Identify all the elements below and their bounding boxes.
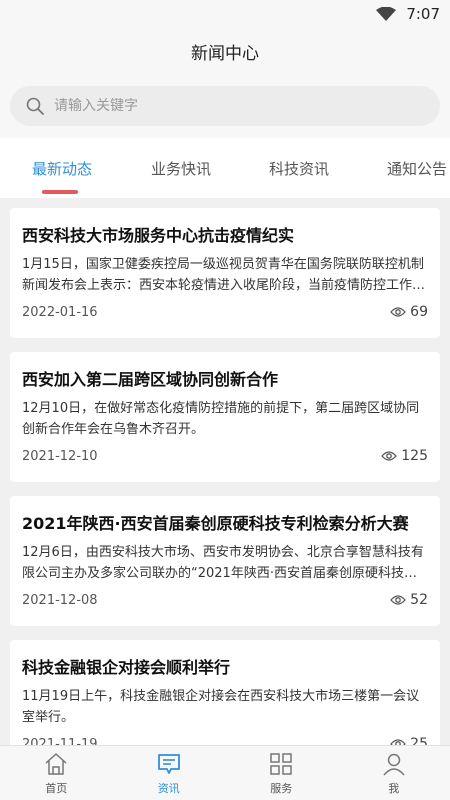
news-list[interactable]: 西安科技大市场服务中心抗击疫情纪实 1月15日，国家卫健委疾控局一级巡视员贺青华… [0, 198, 450, 745]
news-card[interactable]: 2021年陕西·西安首届秦创原硬科技专利检索分析大赛 12月6日，由西安科技大市… [10, 496, 440, 626]
news-card[interactable]: 西安加入第二届跨区域协同创新合作 12月10日，在做好常态化疫情防控措施的前提下… [10, 352, 440, 482]
header: 新闻中心 [0, 28, 450, 74]
view-count: 25 [390, 736, 428, 745]
tab-bar: 最新动态 业务快讯 科技资讯 通知公告 [0, 138, 450, 198]
news-meta: 2022-01-16 69 [22, 304, 428, 320]
news-date: 2022-01-16 [22, 304, 98, 320]
news-date: 2021-11-19 [22, 736, 98, 746]
search-input[interactable] [54, 98, 414, 114]
view-count-value: 25 [410, 736, 428, 745]
tab-tech-info[interactable]: 科技资讯 [269, 138, 329, 198]
active-tab-indicator [42, 190, 78, 194]
news-card[interactable]: 科技金融银企对接会顺利举行 11月19日上午，科技金融银企对接会在西安科技大市场… [10, 640, 440, 745]
user-icon [383, 753, 405, 775]
news-date: 2021-12-10 [22, 448, 98, 464]
nav-services[interactable]: 服务 [225, 746, 338, 800]
view-count: 52 [390, 592, 428, 608]
news-chat-icon [157, 753, 180, 774]
news-summary: 11月19日上午，科技金融银企对接会在西安科技大市场三楼第一会议室举行。 [22, 689, 420, 725]
nav-news[interactable]: 资讯 [113, 746, 226, 800]
tab-label: 最新动态 [32, 159, 93, 178]
wifi-icon [376, 7, 397, 21]
status-bar: 7:07 [0, 0, 450, 28]
search-box[interactable] [10, 86, 440, 126]
news-summary: 12月6日，由西安科技大市场、西安市发明协会、北京合享智慧科技有限公司主办及多家… [22, 545, 424, 581]
bottom-nav: 首页 资讯 服务 我 [0, 745, 450, 800]
eye-icon [390, 595, 407, 605]
view-count: 125 [381, 448, 428, 464]
news-meta: 2021-12-08 52 [22, 592, 428, 608]
status-time: 7:07 [406, 5, 440, 23]
tab-business-news[interactable]: 业务快讯 [151, 138, 211, 198]
nav-label: 我 [388, 781, 400, 795]
nav-label: 首页 [45, 781, 68, 795]
eye-icon [390, 739, 407, 745]
tab-latest-news[interactable]: 最新动态 [32, 138, 92, 198]
grid-icon [270, 752, 292, 775]
search-bar [0, 74, 450, 138]
view-count: 69 [390, 304, 428, 320]
news-date: 2021-12-08 [22, 592, 98, 608]
news-title: 西安加入第二届跨区域协同创新合作 [22, 370, 279, 389]
view-count-value: 69 [410, 304, 428, 320]
news-card[interactable]: 西安科技大市场服务中心抗击疫情纪实 1月15日，国家卫健委疾控局一级巡视员贺青华… [10, 208, 440, 338]
nav-home[interactable]: 首页 [0, 746, 113, 800]
news-summary: 1月15日，国家卫健委疾控局一级巡视员贺青华在国务院联防联控机制新闻发布会上表示… [22, 257, 426, 293]
nav-label: 服务 [270, 781, 293, 795]
news-summary: 12月10日，在做好常态化疫情防控措施的前提下，第二届跨区域协同创新合作年会在乌… [22, 401, 420, 437]
nav-label: 资讯 [157, 781, 180, 795]
nav-me[interactable]: 我 [338, 746, 450, 800]
eye-icon [390, 307, 407, 317]
tab-label: 业务快讯 [151, 159, 212, 178]
news-title: 西安科技大市场服务中心抗击疫情纪实 [22, 226, 295, 245]
news-title: 科技金融银企对接会顺利举行 [22, 658, 231, 677]
page-title: 新闻中心 [191, 43, 259, 64]
news-title: 2021年陕西·西安首届秦创原硬科技专利检索分析大赛 [22, 514, 409, 533]
tab-announcements[interactable]: 通知公告 [387, 138, 447, 198]
view-count-value: 52 [410, 592, 428, 608]
news-meta: 2021-12-10 125 [22, 448, 428, 464]
view-count-value: 125 [401, 448, 428, 464]
home-icon [45, 752, 67, 775]
search-icon [26, 97, 44, 115]
eye-icon [381, 451, 398, 461]
news-meta: 2021-11-19 25 [22, 736, 428, 745]
tab-label: 科技资讯 [269, 159, 330, 178]
tab-label: 通知公告 [387, 159, 448, 178]
